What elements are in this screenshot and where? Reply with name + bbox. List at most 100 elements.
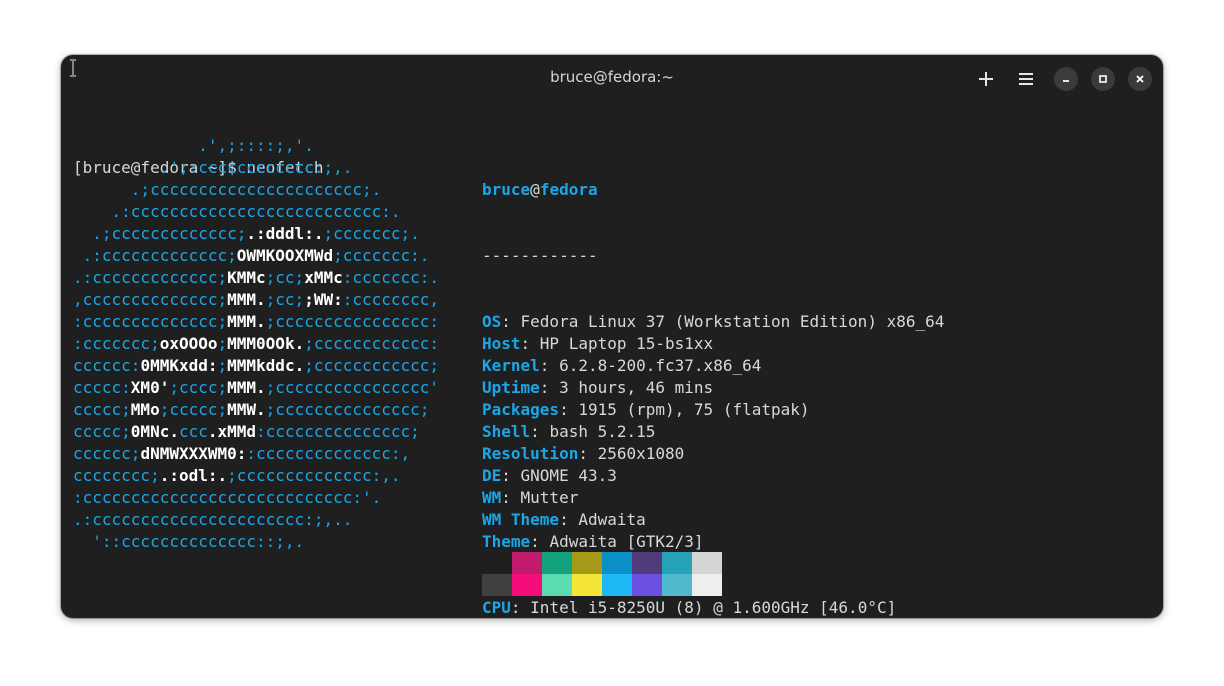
- logo-segment: .:dddl:.: [246, 224, 324, 243]
- color-swatch: [602, 552, 632, 574]
- info-value: bash 5.2.15: [549, 422, 656, 441]
- info-value: Mutter: [520, 488, 579, 507]
- logo-segment: MMo: [130, 400, 160, 419]
- info-value: HP Laptop 15-bs1xx: [539, 334, 714, 353]
- logo-segment: .:ccccccccccccc;: [73, 246, 237, 265]
- info-colon: :: [539, 356, 560, 375]
- info-colon: :: [539, 378, 560, 397]
- info-value: 2560x1080: [597, 444, 685, 463]
- close-icon: [1136, 75, 1144, 83]
- logo-segment: 0MNc.: [130, 422, 179, 441]
- info-colon: :: [501, 312, 521, 331]
- fedora-ascii-logo: .',;::::;,'. .';:cccccccccccc:;,. .;cccc…: [73, 135, 439, 553]
- logo-line: .:cccccccccccccccccccccccccc:.: [73, 201, 439, 223]
- logo-segment: .:cccccccccccccccccccccc:;,..: [73, 510, 353, 529]
- logo-segment: ,cccccccccccccc;: [73, 290, 228, 309]
- title-bar[interactable]: bruce@fedora:~: [61, 55, 1163, 101]
- system-info: bruce@fedora ------------ OS: Fedora Lin…: [482, 135, 944, 618]
- logo-segment: ccc: [178, 422, 208, 441]
- logo-segment: .:ccccccccccccc;: [73, 268, 228, 287]
- color-swatch: [542, 574, 572, 596]
- color-swatch: [482, 574, 512, 596]
- logo-segment: ;: [217, 356, 228, 375]
- logo-segment: .';:cccccccccccc:;,.: [73, 158, 353, 177]
- logo-segment: ;cccccccccccc;: [304, 356, 440, 375]
- logo-segment: ;cccccccccccccccc:: [265, 312, 440, 331]
- logo-segment: .;ccccccccccccc;: [73, 224, 247, 243]
- logo-segment: .',;::::;,'.: [73, 136, 314, 155]
- logo-segment: ;ccccccc:.: [333, 246, 430, 265]
- logo-segment: MMM0OOk.: [227, 334, 305, 353]
- minimize-icon: [1063, 80, 1069, 82]
- logo-line: .',;::::;,'.: [73, 135, 439, 157]
- logo-segment: .;cccccccccccccccccccccc;.: [73, 180, 382, 199]
- info-separator: ------------: [482, 246, 598, 265]
- info-key: OS: [482, 312, 502, 331]
- color-swatch: [692, 574, 722, 596]
- logo-segment: ;WW:: [304, 290, 343, 309]
- logo-line: :ccccccc;oxOOOo;MMM0OOk.;cccccccccccc:: [73, 333, 439, 355]
- info-key: Resolution: [482, 444, 579, 463]
- close-button[interactable]: [1128, 67, 1152, 91]
- info-key: WM: [482, 488, 502, 507]
- logo-line: .:ccccccccccccc;OWMKOOXMWd;ccccccc:.: [73, 245, 439, 267]
- logo-segment: :cccccccccccccc;: [73, 312, 228, 331]
- color-swatch: [572, 574, 602, 596]
- info-colon: :: [520, 334, 540, 353]
- logo-segment: ;ccccc;: [159, 400, 228, 419]
- info-field: CPU: Intel i5-8250U (8) @ 1.600GHz [46.0…: [482, 597, 944, 618]
- logo-segment: dNMWXXXWM0:: [140, 444, 247, 463]
- info-field: Shell: bash 5.2.15: [482, 421, 944, 443]
- logo-line: cccccc;dNMWXXXWM0::cccccccccccccc:,: [73, 443, 439, 465]
- info-colon: :: [530, 422, 550, 441]
- maximize-button[interactable]: [1091, 67, 1115, 91]
- logo-line: ccccc:XM0';cccc;MMM.;cccccccccccccccc': [73, 377, 439, 399]
- logo-segment: cccccc:: [73, 356, 141, 375]
- logo-line: .;ccccccccccccc;.:dddl:.;ccccccc;.: [73, 223, 439, 245]
- info-colon: :: [510, 598, 531, 617]
- logo-segment: :cccccccc,: [342, 290, 440, 309]
- logo-line: .:ccccccccccccc;KMMc;cc;xMMc:ccccccc:.: [73, 267, 439, 289]
- logo-segment: oxOOOo: [159, 334, 218, 353]
- logo-segment: ccccc;: [73, 422, 131, 441]
- info-key: WM Theme: [482, 510, 560, 529]
- logo-segment: ;ccccccc;.: [323, 224, 420, 243]
- info-key: Uptime: [482, 378, 540, 397]
- logo-line: ccccc;0MNc.ccc.xMMd:ccccccccccccccc;: [73, 421, 439, 443]
- logo-line: .';:cccccccccccc:;,.: [73, 157, 439, 179]
- info-field: WM: Mutter: [482, 487, 944, 509]
- info-field: OS: Fedora Linux 37 (Workstation Edition…: [482, 311, 944, 333]
- logo-segment: cccccccc;: [73, 466, 160, 485]
- logo-segment: ;: [217, 334, 228, 353]
- logo-segment: MMW.: [227, 400, 266, 419]
- info-colon: :: [501, 466, 521, 485]
- minimize-button[interactable]: [1054, 67, 1078, 91]
- info-user: bruce: [482, 180, 531, 199]
- color-swatch: [572, 552, 602, 574]
- info-at: @: [530, 180, 540, 199]
- palette-bright-row: [482, 574, 722, 596]
- color-swatch: [632, 552, 662, 574]
- logo-line: .:cccccccccccccccccccccc:;,..: [73, 509, 439, 531]
- logo-segment: MMM.: [227, 290, 266, 309]
- info-colon: :: [578, 444, 598, 463]
- new-tab-button[interactable]: [974, 67, 998, 91]
- logo-segment: ;ccccccccccccccc;: [265, 400, 430, 419]
- logo-segment: XM0': [130, 378, 170, 397]
- info-field: WM Theme: Adwaita: [482, 509, 944, 531]
- logo-line: '::cccccccccccccc::;,.: [73, 531, 439, 553]
- logo-segment: ;cccccccccccccccc': [265, 378, 440, 397]
- info-value: Fedora Linux 37 (Workstation Edition) x8…: [520, 312, 945, 331]
- info-value: Intel i5-8250U (8) @ 1.600GHz [46.0°C]: [530, 598, 897, 617]
- info-host: fedora: [539, 180, 598, 199]
- logo-segment: MMMkddc.: [227, 356, 305, 375]
- logo-segment: '::cccccccccccccc::;,.: [73, 532, 305, 551]
- main-menu-button[interactable]: [1014, 67, 1038, 91]
- info-colon: :: [501, 488, 521, 507]
- info-value: 1915 (rpm), 75 (flatpak): [578, 400, 810, 419]
- logo-segment: ;cccccccccccc:: [304, 334, 440, 353]
- info-key: CPU: [482, 598, 511, 617]
- logo-segment: ccccc:: [73, 378, 131, 397]
- terminal-window: bruce@fedora:~ [bruce@fedora ~]$ neofetc…: [61, 55, 1163, 618]
- logo-segment: .:cccccccccccccccccccccccccc:.: [73, 202, 401, 221]
